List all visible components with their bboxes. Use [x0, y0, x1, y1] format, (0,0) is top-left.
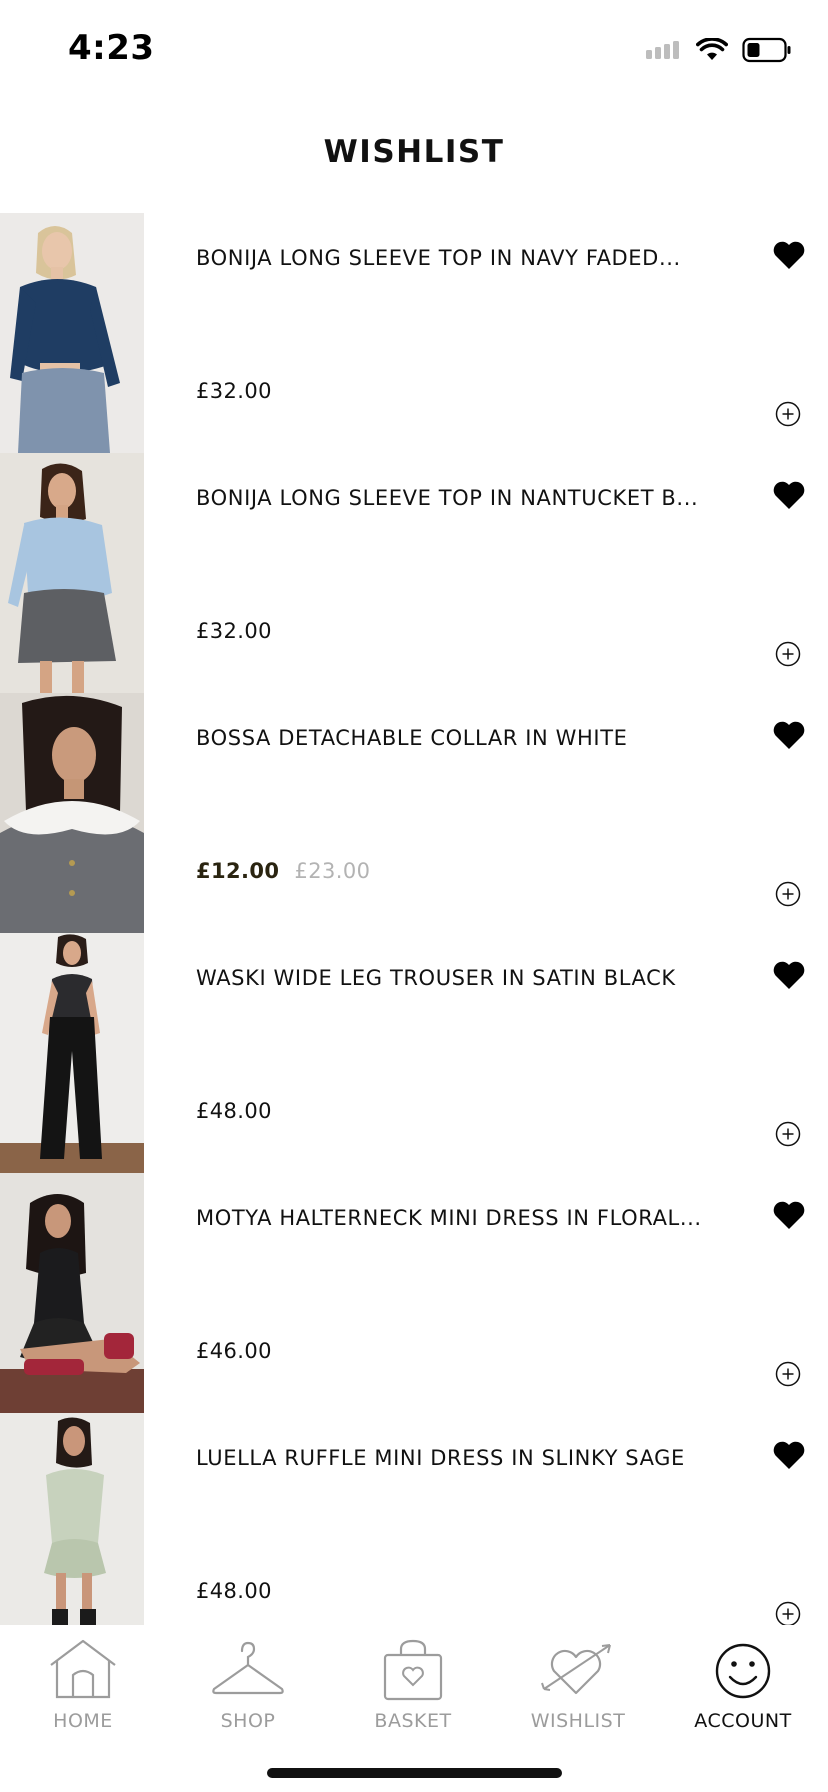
price-row: £46.00	[196, 1339, 272, 1363]
product-name[interactable]: BOSSA DETACHABLE COLLAR IN WHITE	[196, 726, 736, 750]
add-to-basket-icon[interactable]	[775, 1121, 801, 1147]
product-name[interactable]: WASKI WIDE LEG TROUSER IN SATIN BLACK	[196, 966, 736, 990]
price-row: £32.00	[196, 379, 272, 403]
original-price: £23.00	[294, 859, 371, 883]
heart-filled-icon[interactable]	[772, 1200, 806, 1230]
heart-filled-icon[interactable]	[772, 720, 806, 750]
product-price: £32.00	[196, 379, 272, 403]
tab-label: SHOP	[220, 1710, 276, 1732]
wishlist-item[interactable]: BONIJA LONG SLEEVE TOP IN NANTUCKET B...…	[0, 453, 828, 693]
product-image[interactable]	[0, 453, 144, 693]
home-indicator[interactable]	[267, 1768, 562, 1778]
tab-basket[interactable]: BASKET	[338, 1635, 488, 1745]
product-price: £48.00	[196, 1099, 272, 1123]
tab-label: BASKET	[374, 1710, 452, 1732]
add-to-basket-icon[interactable]	[775, 881, 801, 907]
price-row: £12.00 £23.00	[196, 859, 370, 883]
home-icon	[50, 1639, 116, 1699]
page-title: WISHLIST	[323, 134, 505, 170]
product-name[interactable]: BONIJA LONG SLEEVE TOP IN NAVY FADED...	[196, 246, 736, 270]
heart-filled-icon[interactable]	[772, 240, 806, 270]
price-row: £32.00	[196, 619, 272, 643]
tab-label: ACCOUNT	[694, 1710, 792, 1732]
add-to-basket-icon[interactable]	[775, 1601, 801, 1625]
add-to-basket-icon[interactable]	[775, 401, 801, 427]
heart-arrow-icon	[541, 1644, 611, 1695]
smiley-icon	[715, 1643, 771, 1699]
tab-bar: HOME SHOP BASKET WISHLIST ACCOUNT	[0, 1625, 828, 1792]
wishlist-item[interactable]: LUELLA RUFFLE MINI DRESS IN SLINKY SAGE …	[0, 1413, 828, 1625]
product-image[interactable]	[0, 693, 144, 933]
tab-wishlist[interactable]: WISHLIST	[503, 1635, 653, 1745]
heart-filled-icon[interactable]	[772, 1440, 806, 1470]
product-price: £46.00	[196, 1339, 272, 1363]
tab-shop[interactable]: SHOP	[173, 1635, 323, 1745]
cellular-signal-icon	[646, 41, 679, 59]
battery-icon	[742, 37, 791, 63]
product-name[interactable]: BONIJA LONG SLEEVE TOP IN NANTUCKET B...	[196, 486, 736, 510]
status-icons	[646, 36, 792, 64]
wishlist-item[interactable]: WASKI WIDE LEG TROUSER IN SATIN BLACK £4…	[0, 933, 828, 1173]
wishlist-item[interactable]: BOSSA DETACHABLE COLLAR IN WHITE £12.00 …	[0, 693, 828, 933]
product-name[interactable]: MOTYA HALTERNECK MINI DRESS IN FLORAL...	[196, 1206, 736, 1230]
product-price: £48.00	[196, 1579, 272, 1603]
add-to-basket-icon[interactable]	[775, 1361, 801, 1387]
product-image[interactable]	[0, 213, 144, 453]
product-image[interactable]	[0, 1173, 144, 1413]
tab-account[interactable]: ACCOUNT	[668, 1635, 818, 1745]
status-bar: 4:23	[0, 0, 828, 100]
wishlist-item[interactable]: BONIJA LONG SLEEVE TOP IN NAVY FADED... …	[0, 213, 828, 453]
product-name[interactable]: LUELLA RUFFLE MINI DRESS IN SLINKY SAGE	[196, 1446, 736, 1470]
wishlist-list: BONIJA LONG SLEEVE TOP IN NAVY FADED... …	[0, 213, 828, 1625]
add-to-basket-icon[interactable]	[775, 641, 801, 667]
product-image[interactable]	[0, 933, 144, 1173]
product-price: £32.00	[196, 619, 272, 643]
price-row: £48.00	[196, 1099, 272, 1123]
heart-filled-icon[interactable]	[772, 960, 806, 990]
tab-home[interactable]: HOME	[8, 1635, 158, 1745]
hanger-icon	[212, 1641, 284, 1695]
price-row: £48.00	[196, 1579, 272, 1603]
tab-label: HOME	[53, 1710, 113, 1732]
sale-price: £12.00	[196, 859, 280, 883]
status-time: 4:23	[68, 28, 155, 68]
basket-icon	[383, 1639, 443, 1701]
product-image[interactable]	[0, 1413, 144, 1625]
heart-filled-icon[interactable]	[772, 480, 806, 510]
wishlist-item[interactable]: MOTYA HALTERNECK MINI DRESS IN FLORAL...…	[0, 1173, 828, 1413]
wifi-icon	[696, 38, 728, 60]
tab-label: WISHLIST	[530, 1710, 626, 1732]
